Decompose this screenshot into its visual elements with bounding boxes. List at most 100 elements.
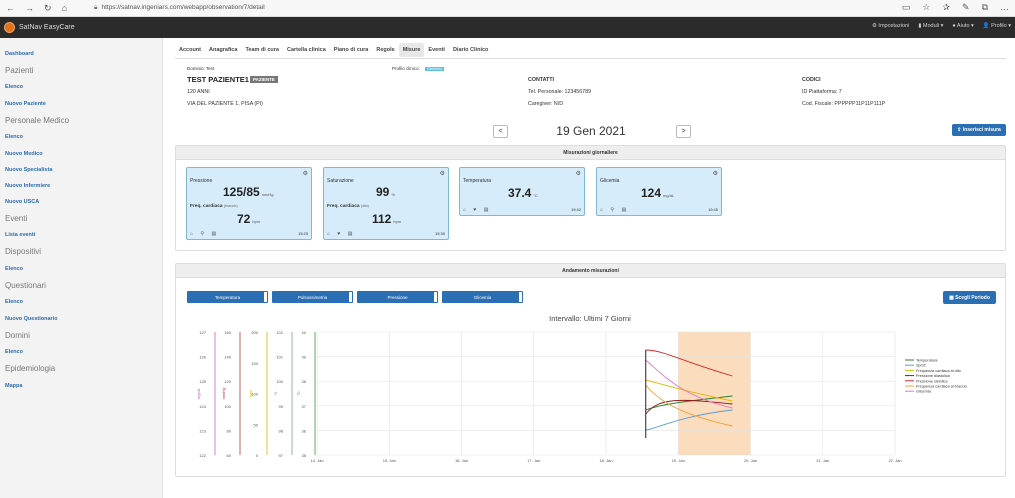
card-glicemia[interactable]: ⚙ Glicemia 124 mg/dL ⌂ ⚲ ▤ 19:45 [596, 167, 722, 216]
profile-label: Profilo clinico: [392, 66, 420, 71]
sidebar-item-nuovo-specialista[interactable]: Nuovo Specialista [5, 167, 52, 173]
toggle-temperatura[interactable]: Temperatura [187, 291, 268, 303]
sidebar-item-lista-eventi[interactable]: Lista eventi [5, 232, 35, 238]
next-day-button[interactable]: > [676, 125, 691, 138]
sidebar-item-elenco-domini[interactable]: Elenco [5, 349, 23, 355]
navbar-menu: ⚙ Impostazioni ▮ Moduli ▾ ● Aiuto ▾ 👤 Pr… [872, 23, 1011, 29]
card-sub-value: 72 bpm [237, 212, 261, 226]
fiscal-code: Cod. Fiscale: PPPPPP11P11P111P [802, 101, 886, 107]
platform-id: ID Piattaforma: 7 [802, 89, 842, 95]
contacts-title: CONTATTI [528, 77, 554, 83]
sidebar-item-nuovo-usca[interactable]: Nuovo USCA [5, 199, 39, 205]
help-menu[interactable]: ● Aiuto ▾ [952, 23, 973, 29]
tab-piano-di-cura[interactable]: Piano di cura [330, 43, 373, 57]
insert-measure-button[interactable]: ⇪ Inserisci misura [952, 124, 1006, 136]
card-settings-icon[interactable]: ⚙ [303, 170, 308, 177]
sidebar-item-elenco-pazienti[interactable]: Elenco [5, 84, 23, 90]
card-value: 125/85 mmHg [223, 185, 274, 199]
patient-age: 120 ANNI [187, 89, 210, 95]
card-title: Saturazione [327, 178, 354, 184]
tabs-divider [175, 58, 1006, 59]
chart-title: Intervallo: Ultimi 7 Giorni [549, 314, 631, 323]
sidebar-section-dispositivi: Dispositivi [5, 247, 42, 256]
card-temperatura[interactable]: ⚙ Temperatura 37.4 °C ⌂ ♥ ▤ 19:42 [459, 167, 585, 216]
toggle-glicemia[interactable]: Glicemia [442, 291, 523, 303]
card-time: 15:25 [297, 231, 308, 236]
card-title: Glicemia [600, 178, 620, 184]
card-time: 15:30 [434, 231, 445, 236]
sidebar-item-nuovo-paziente[interactable]: Nuovo Paziente [5, 101, 46, 107]
brand[interactable]: SatNav EasyCare [0, 22, 75, 33]
sidebar-item-dashboard[interactable]: Dashboard [5, 51, 34, 57]
refresh-icon[interactable]: ↻ [44, 3, 52, 14]
tab-account[interactable]: Account [175, 43, 205, 57]
sidebar-item-nuovo-questionario[interactable]: Nuovo Questionario [5, 316, 58, 322]
card-sub-label: Freq. cardiaca (dito) [327, 204, 369, 209]
patient-address: VIA DEL PAZIENTE 1, PISA (PI) [187, 101, 263, 107]
profile-badge: Generico [425, 67, 445, 71]
sidebar-item-elenco-questionari[interactable]: Elenco [5, 299, 23, 305]
card-value: 124 mg/dL [641, 186, 675, 200]
sidebar-item-nuovo-infermiere[interactable]: Nuovo Infermiere [5, 183, 50, 189]
sidebar-item-elenco-dispositivi[interactable]: Elenco [5, 266, 23, 272]
patient-domain: Dominio: Test [187, 66, 215, 71]
current-date: 19 Gen 2021 [556, 124, 626, 138]
sidebar-section-domini: Domini [5, 331, 30, 340]
tab-eventi[interactable]: Eventi [424, 43, 449, 57]
card-action-icons[interactable]: ⌂ ⚲ ▤ [190, 231, 219, 237]
split-screen-icon[interactable]: ▭ [902, 2, 911, 13]
card-pressione[interactable]: ⚙ Pressione 125/85 mmHg Freq. cardiaca (b… [186, 167, 312, 240]
more-icon[interactable]: … [1000, 2, 1009, 13]
modules-menu[interactable]: ▮ Moduli ▾ [918, 23, 943, 29]
card-settings-icon[interactable]: ⚙ [440, 170, 445, 177]
card-sub-value: 112 bpm [372, 212, 402, 226]
browser-toolbar: ← → ↻ ⌂ 🔒︎ https://satnav.ingeniars.com/w… [0, 0, 1015, 17]
settings-menu[interactable]: ⚙ Impostazioni [872, 23, 909, 29]
tab-regole[interactable]: Regole [372, 43, 398, 57]
sidebar-item-elenco-medici[interactable]: Elenco [5, 134, 23, 140]
prev-day-button[interactable]: < [493, 125, 508, 138]
sidebar-section-personale-medico: Personale Medico [5, 116, 70, 125]
codes-title: CODICI [802, 77, 821, 83]
card-time: 19:42 [570, 207, 581, 212]
address-text: https://satnav.ingeniars.com/webapp/obse… [101, 4, 265, 11]
card-settings-icon[interactable]: ⚙ [713, 170, 718, 177]
card-action-icons[interactable]: ⌂ ♥ ▤ [463, 207, 492, 213]
sidebar-section-questionari: Questionari [5, 281, 46, 290]
lock-icon: 🔒︎ [94, 4, 98, 11]
card-sub-label: Freq. cardiaca (braccio) [190, 204, 238, 209]
forward-icon[interactable]: → [25, 3, 34, 14]
card-settings-icon[interactable]: ⚙ [576, 170, 581, 177]
address-bar[interactable]: 🔒︎ https://satnav.ingeniars.com/webapp/ob… [94, 4, 265, 12]
card-action-icons[interactable]: ⌂ ♥ ▤ [327, 231, 356, 237]
home-icon[interactable]: ⌂ [62, 3, 67, 14]
tab-anagrafica[interactable]: Anagrafica [205, 43, 241, 57]
sidebar-section-epidemiologia: Epidemiologia [5, 364, 56, 373]
favorite-icon[interactable]: ☆ [922, 2, 930, 13]
patient-role-badge: PAZIENTE [250, 76, 278, 83]
toggle-pulsossimetria[interactable]: Pulsossimetria [272, 291, 353, 303]
sidebar-section-pazienti: Pazienti [5, 66, 34, 75]
tab-team-di-cura[interactable]: Team di cura [241, 43, 283, 57]
card-title: Temperatura [463, 178, 492, 184]
tab-misure[interactable]: Misure [398, 42, 425, 57]
toggle-pressione[interactable]: Pressione [357, 291, 438, 303]
card-action-icons[interactable]: ⌂ ⚲ ▤ [600, 207, 629, 213]
tab-diario-clinico[interactable]: Diario Clinico [449, 43, 492, 57]
back-icon[interactable]: ← [6, 3, 15, 14]
card-saturazione[interactable]: ⚙ Saturazione 99% Freq. cardiaca (dito) … [323, 167, 449, 240]
favorites-bar-icon[interactable]: ✰ [942, 2, 950, 13]
card-time: 19:45 [707, 207, 718, 212]
brand-name: SatNav EasyCare [19, 24, 75, 31]
choose-period-button[interactable]: ▦ Scegli Periodo [943, 291, 996, 304]
daily-panel-title: Misurazioni giornaliere [176, 146, 1005, 160]
profile-menu[interactable]: 👤 Profilo ▾ [983, 23, 1011, 29]
pen-icon[interactable]: ✎ [962, 2, 970, 13]
trend-panel-title: Andamento misurazioni [176, 264, 1005, 278]
tab-cartella-clinica[interactable]: Cartella clinica [283, 43, 330, 57]
card-title: Pressione [190, 178, 213, 184]
sidebar-item-mappa[interactable]: Mappa [5, 383, 22, 389]
collections-icon[interactable]: ⧉ [982, 2, 988, 13]
sidebar-section-eventi: Eventi [5, 214, 28, 223]
sidebar-item-nuovo-medico[interactable]: Nuovo Medico [5, 151, 43, 157]
